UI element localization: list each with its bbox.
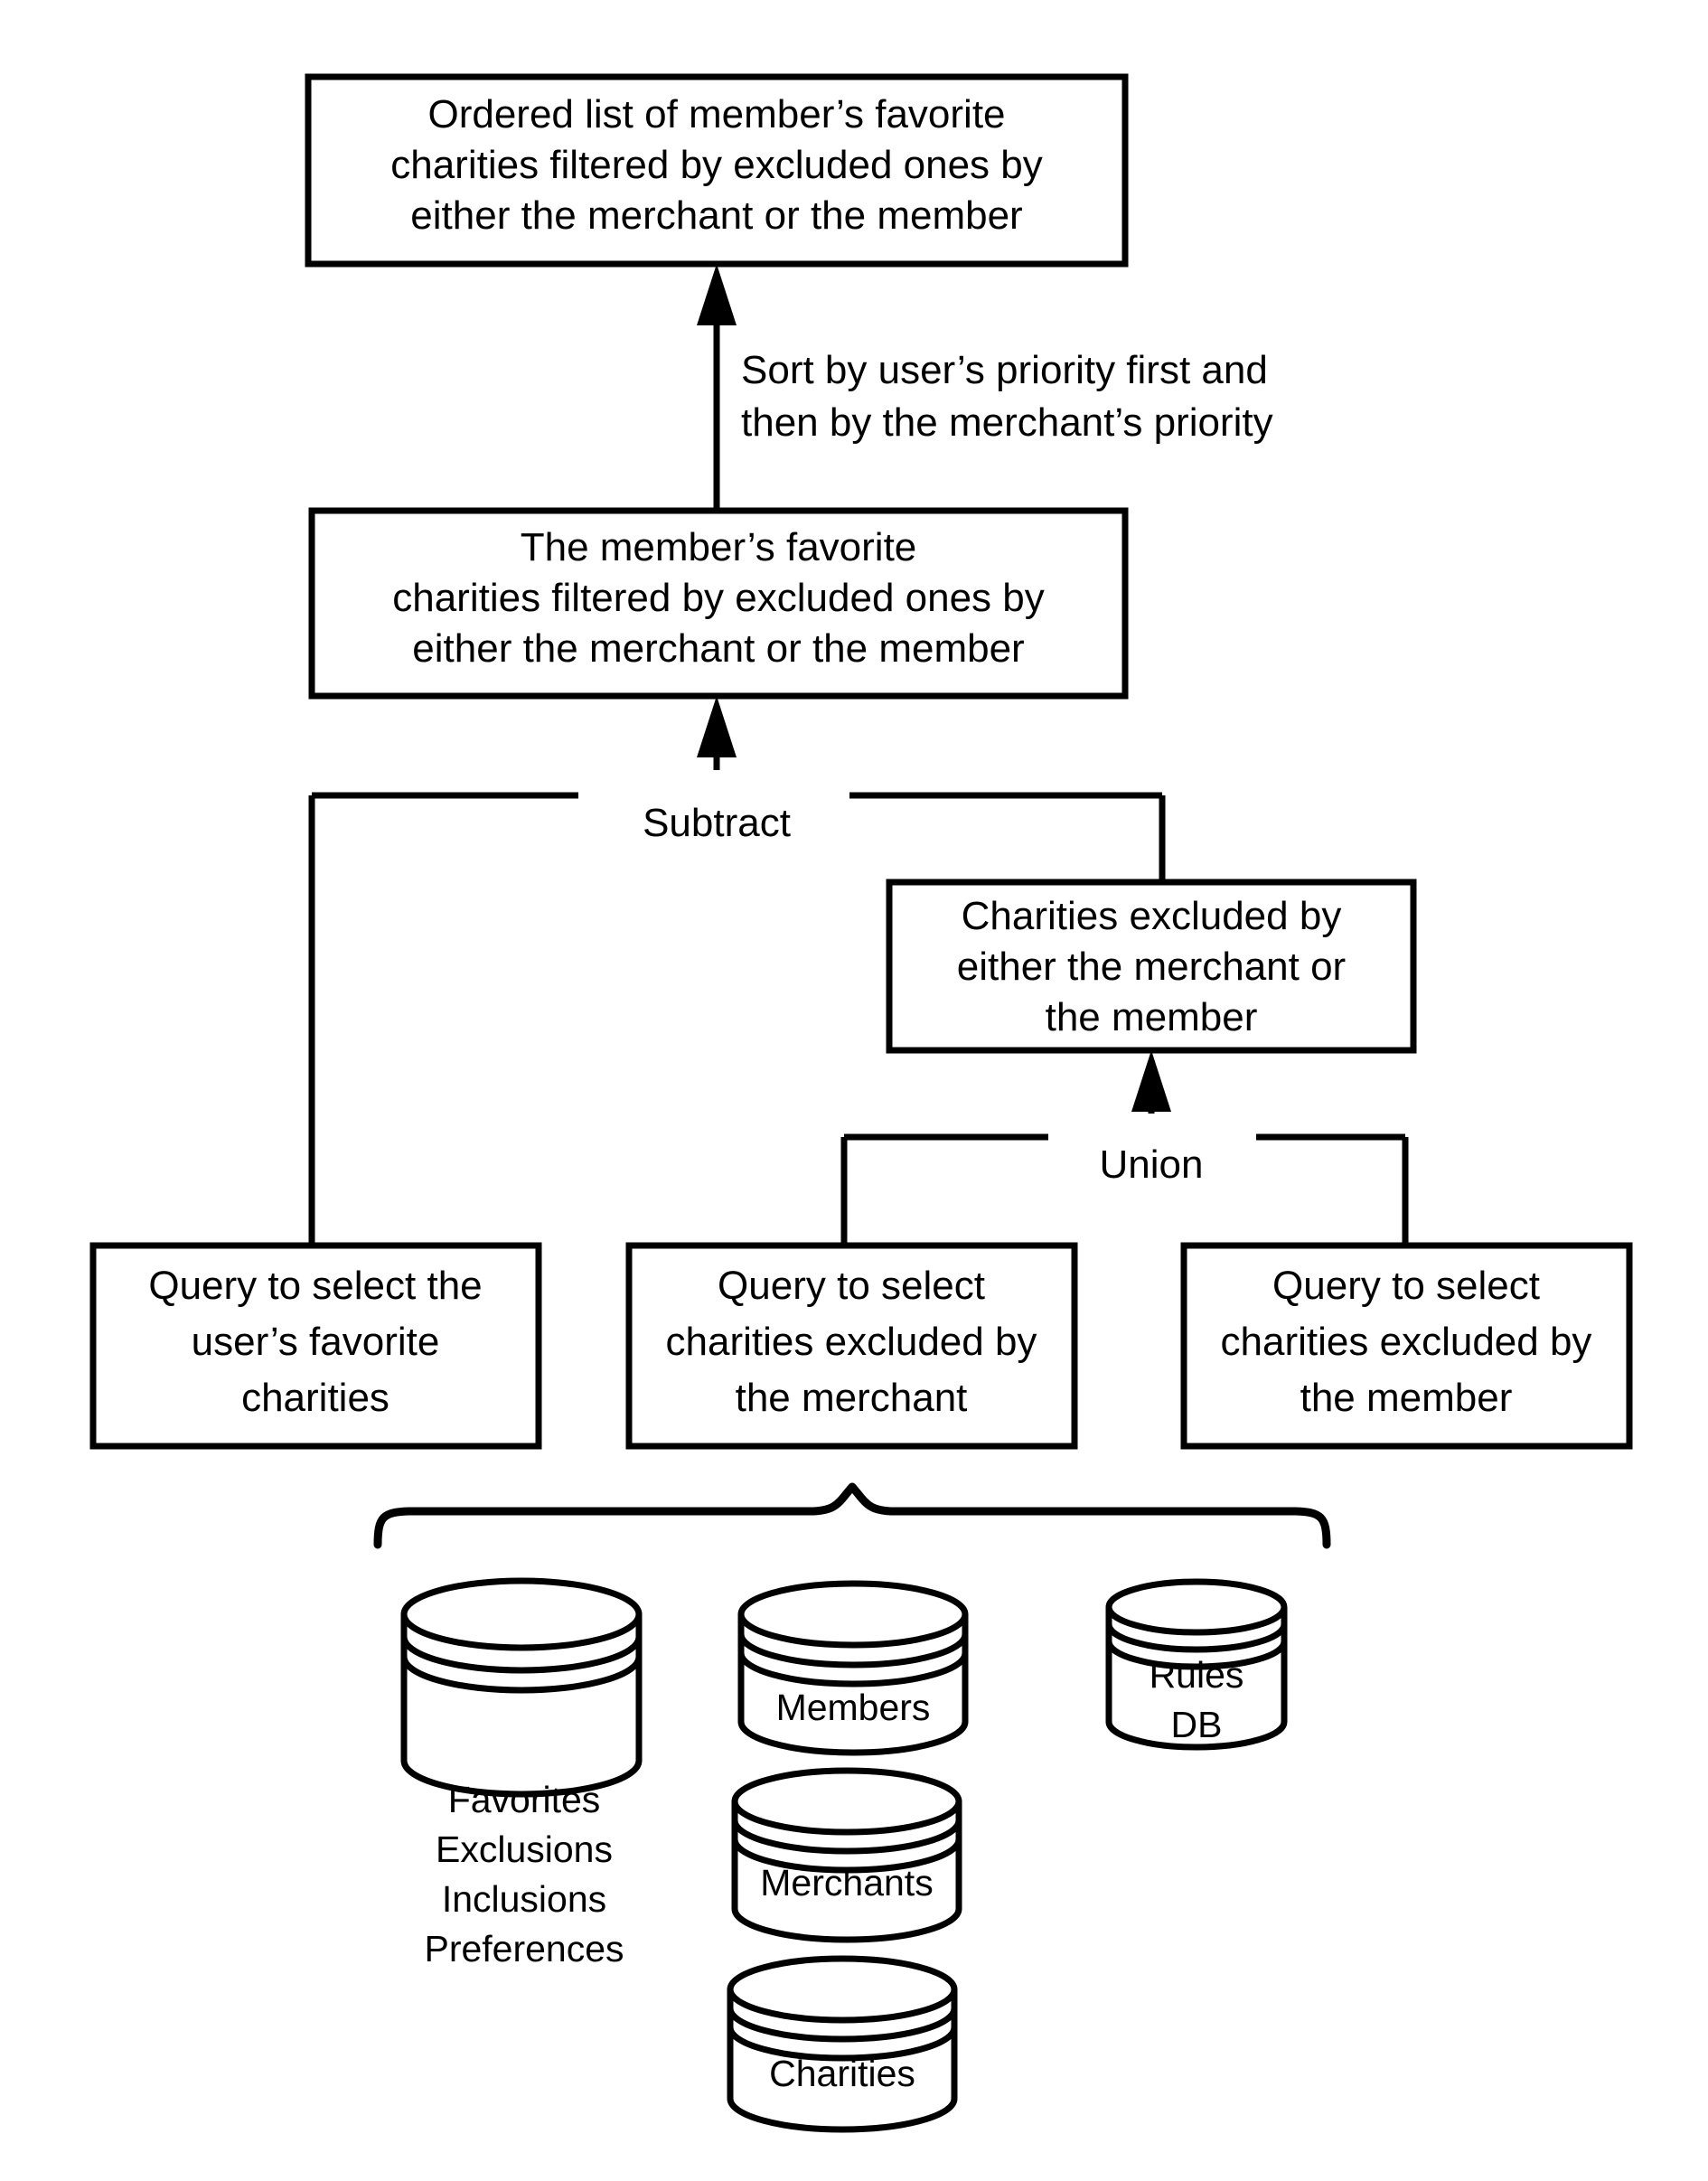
edge-subtract-label: Subtract (643, 801, 791, 845)
node-charities-excluded-either-line-2: either the merchant or (957, 945, 1346, 989)
db-charities[interactable]: Charities (727, 1955, 958, 2133)
node-query-user-favorites-line-1: Query to select the (148, 1264, 482, 1308)
node-query-excluded-merchant-line-2: charities excluded by (666, 1320, 1037, 1364)
node-query-user-favorites[interactable]: Query to select the user’s favorite char… (89, 1242, 542, 1450)
db-favorites-caption-line-2: Exclusions (436, 1828, 613, 1870)
db-favorites-caption-line-4: Preferences (424, 1928, 624, 1969)
db-rules-label-line-2: DB (1171, 1704, 1223, 1745)
node-query-excluded-member-line-1: Query to select (1272, 1264, 1540, 1308)
node-query-excluded-member-line-2: charities excluded by (1221, 1320, 1592, 1364)
db-members[interactable]: Members (737, 1580, 969, 1756)
edge-subtract-label-group: Subtract (578, 770, 849, 845)
db-favorites[interactable]: Favorites Exclusions Inclusions Preferen… (400, 1577, 643, 1969)
databases-brace (373, 1482, 1331, 1549)
node-query-excluded-merchant-line-1: Query to select (718, 1264, 985, 1308)
edge-union-label: Union (1100, 1142, 1204, 1187)
node-query-user-favorites-line-2: user’s favorite (192, 1320, 440, 1364)
node-member-favorites-filtered-line-2: charities filtered by excluded ones by (392, 576, 1045, 620)
node-member-favorites-filtered[interactable]: The member’s favorite charities filtered… (308, 507, 1129, 700)
node-member-favorites-filtered-line-3: either the merchant or the member (412, 626, 1024, 671)
node-charities-excluded-either-line-1: Charities excluded by (962, 894, 1342, 938)
databases-brace-path (373, 1482, 1331, 1549)
edge-subtract-arrowhead (697, 696, 737, 757)
db-members-label: Members (776, 1687, 931, 1728)
flowchart-svg: Ordered list of member’s favorite charit… (89, 73, 1633, 2133)
edge-union-label-group: Union (1048, 1114, 1256, 1187)
edge-sort-arrow (697, 264, 737, 511)
db-charities-body[interactable] (727, 1955, 958, 2133)
db-rules[interactable]: Rules DB (1105, 1578, 1288, 1751)
node-query-excluded-member-line-3: the member (1300, 1376, 1513, 1420)
edge-sort-arrowhead (697, 264, 737, 325)
edge-union-arrowhead (1131, 1050, 1171, 1112)
node-query-excluded-merchant[interactable]: Query to select charities excluded by th… (625, 1242, 1078, 1450)
db-favorites-caption-line-3: Inclusions (442, 1878, 606, 1920)
db-rules-label-line-1: Rules (1150, 1654, 1244, 1696)
node-charities-excluded-either-line-3: the member (1046, 995, 1258, 1039)
db-merchants[interactable]: Merchants (731, 1767, 962, 1943)
node-ordered-list-line-1: Ordered list of member’s favorite (427, 92, 1005, 136)
db-merchants-label: Merchants (760, 1862, 933, 1904)
edge-sort-label: Sort by user’s priority first and then b… (741, 348, 1273, 445)
node-query-user-favorites-line-3: charities (241, 1376, 389, 1420)
diagram-canvas: Ordered list of member’s favorite charit… (0, 0, 1708, 2181)
node-query-excluded-member[interactable]: Query to select charities excluded by th… (1180, 1242, 1633, 1450)
edge-sort-label-line-1: Sort by user’s priority first and (741, 348, 1268, 392)
db-merchants-body[interactable] (731, 1767, 962, 1943)
node-charities-excluded-either[interactable]: Charities excluded by either the merchan… (886, 879, 1417, 1054)
node-ordered-list[interactable]: Ordered list of member’s favorite charit… (305, 73, 1129, 268)
db-favorites-caption-line-1: Favorites (448, 1779, 601, 1820)
db-charities-label: Charities (769, 2053, 915, 2094)
node-ordered-list-line-3: either the merchant or the member (410, 193, 1022, 238)
node-ordered-list-line-2: charities filtered by excluded ones by (390, 143, 1043, 187)
edge-sort-label-line-2: then by the merchant’s priority (741, 400, 1273, 445)
node-query-excluded-merchant-line-3: the merchant (736, 1376, 968, 1420)
node-member-favorites-filtered-line-1: The member’s favorite (521, 525, 917, 569)
